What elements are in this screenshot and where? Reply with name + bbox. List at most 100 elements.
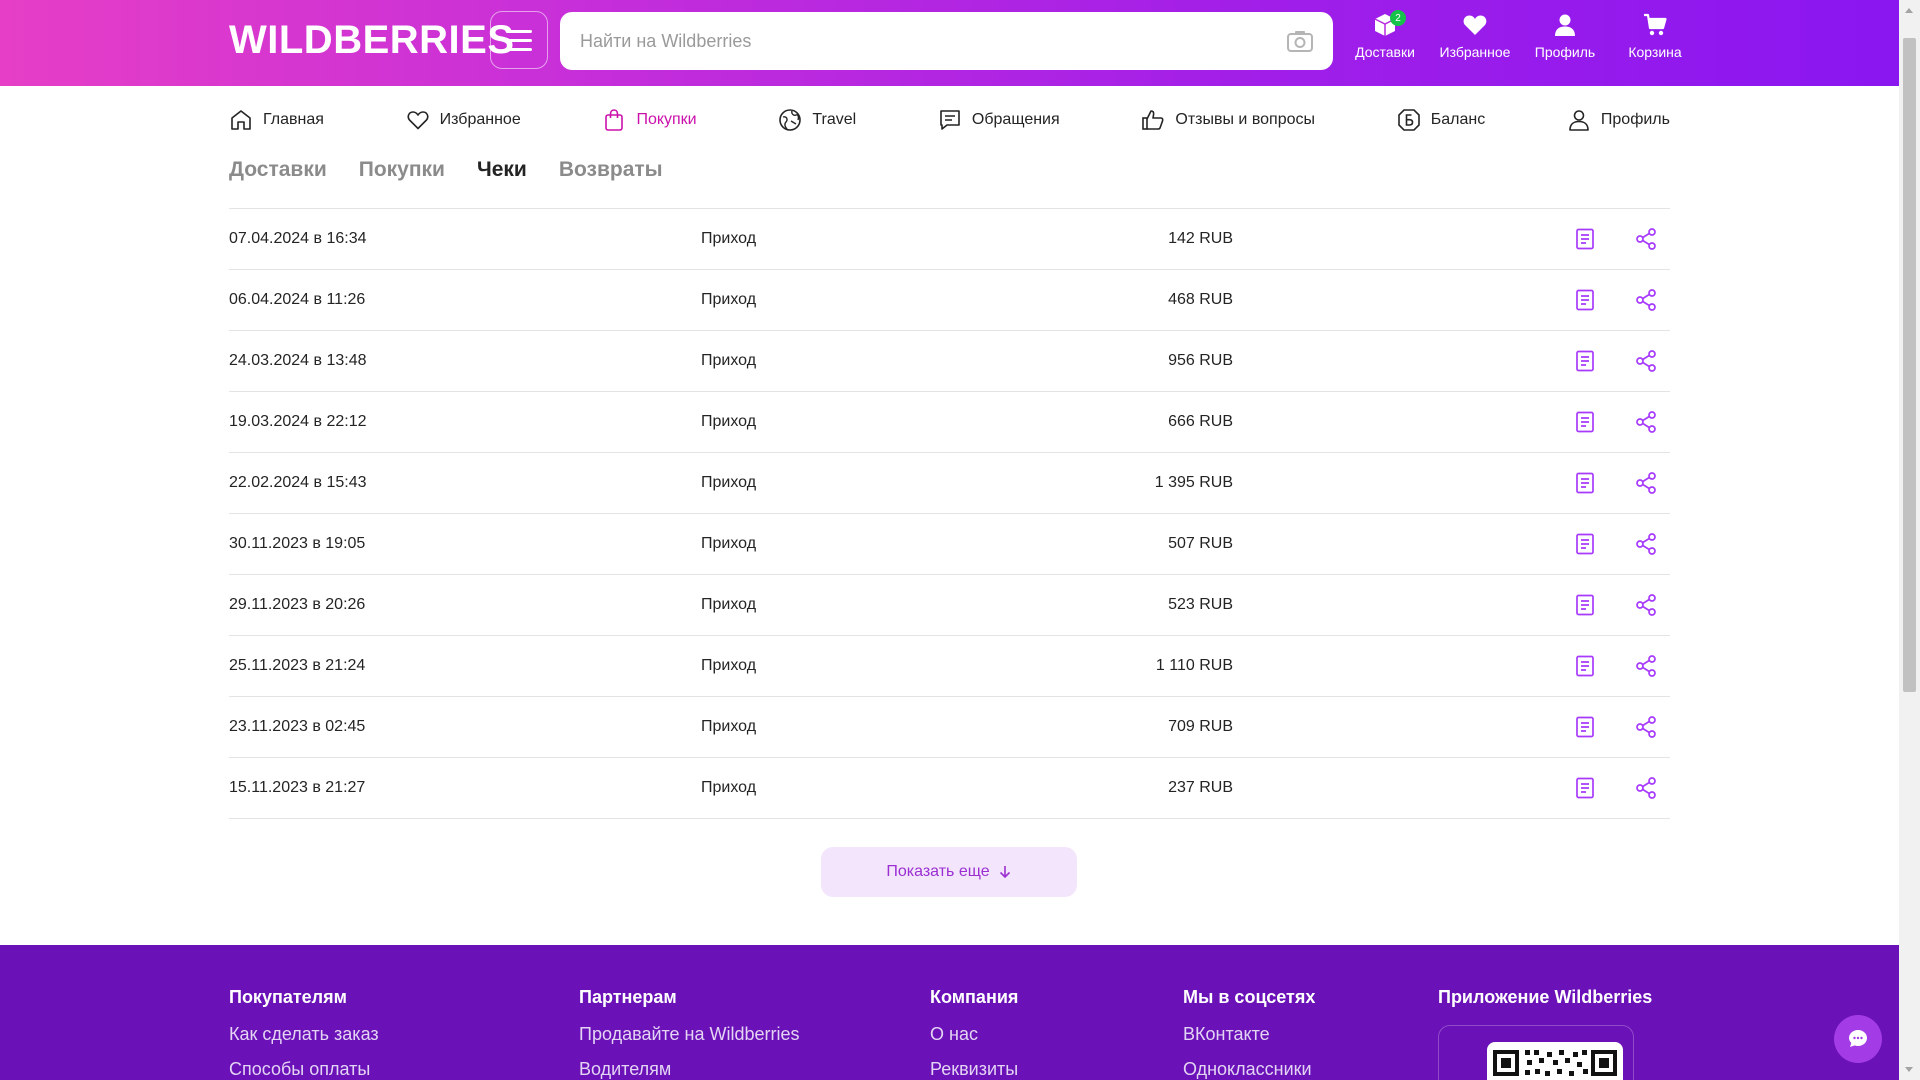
table-row: 07.04.2024 в 16:34 Приход 142 RUB	[229, 209, 1670, 270]
table-row: 15.11.2023 в 21:27 Приход 237 RUB	[229, 758, 1670, 819]
nav-item-label: Главная	[263, 111, 324, 128]
table-row: 06.04.2024 в 11:26 Приход 468 RUB	[229, 270, 1670, 331]
footer-link[interactable]: О нас	[930, 1024, 1018, 1045]
profile-nav: Главная Избранное Покупки Travel Обращен…	[229, 108, 1670, 132]
nav-item-appeals[interactable]: Обращения	[938, 108, 1060, 132]
footer-link[interactable]: Способы оплаты	[229, 1059, 379, 1080]
show-more-button[interactable]: Показать еще	[821, 847, 1077, 897]
receipt-document-icon[interactable]	[1573, 715, 1597, 739]
header-deliveries-label: Доставки	[1355, 44, 1415, 60]
receipt-sum: 507 RUB	[1168, 535, 1233, 552]
footer-link[interactable]: Водителям	[579, 1059, 800, 1080]
receipt-type: Приход	[701, 413, 757, 430]
receipt-document-icon[interactable]	[1573, 288, 1597, 312]
nav-item-balance[interactable]: Баланс	[1397, 108, 1485, 132]
tab-returns[interactable]: Возвраты	[559, 158, 663, 182]
share-icon[interactable]	[1634, 776, 1658, 800]
travel-icon	[779, 109, 802, 131]
footer-col-title: Мы в соцсетях	[1183, 987, 1316, 1007]
scrollbar-thumb[interactable]	[1903, 38, 1916, 692]
receipt-date: 07.04.2024 в 16:34	[229, 230, 367, 247]
receipt-date: 22.02.2024 в 15:43	[229, 474, 367, 491]
tab-purchases[interactable]: Покупки	[359, 158, 445, 182]
nav-item-label: Travel	[812, 111, 857, 128]
receipt-document-icon[interactable]	[1573, 654, 1597, 678]
footer-link[interactable]: ВКонтакте	[1183, 1024, 1315, 1045]
receipt-type: Приход	[701, 657, 757, 674]
tab-receipts[interactable]: Чеки	[477, 158, 527, 182]
receipt-document-icon[interactable]	[1573, 410, 1597, 434]
share-icon[interactable]	[1634, 288, 1658, 312]
nav-item-label: Покупки	[636, 111, 697, 128]
scroll-up-arrow[interactable]	[1905, 8, 1913, 13]
footer-link[interactable]: Продавайте на Wildberries	[579, 1024, 800, 1045]
qr-code[interactable]	[1487, 1042, 1623, 1080]
search-input[interactable]	[580, 30, 1287, 52]
footer-col-buyers: Покупателям Как сделать заказ Способы оп…	[229, 987, 379, 1080]
arrow-down-icon	[999, 866, 1010, 879]
receipt-document-icon[interactable]	[1573, 471, 1597, 495]
footer-link[interactable]: Реквизиты	[930, 1059, 1018, 1080]
share-icon[interactable]	[1634, 593, 1658, 617]
receipt-date: 25.11.2023 в 21:24	[229, 657, 366, 674]
receipt-type: Приход	[701, 535, 757, 552]
footer-col-partners: Партнерам Продавайте на Wildberries Води…	[579, 987, 800, 1080]
nav-item-reviews[interactable]: Отзывы и вопросы	[1141, 108, 1315, 132]
camera-icon[interactable]	[1287, 30, 1313, 52]
share-icon[interactable]	[1634, 227, 1658, 251]
nav-item-label: Отзывы и вопросы	[1175, 111, 1315, 128]
header-favorites[interactable]: Избранное	[1430, 12, 1520, 60]
table-row: 25.11.2023 в 21:24 Приход 1 110 RUB	[229, 636, 1670, 697]
footer-link[interactable]: Одноклассники	[1183, 1059, 1315, 1080]
nav-item-purchases[interactable]: Покупки	[602, 108, 697, 132]
receipt-sum: 237 RUB	[1168, 779, 1233, 796]
share-icon[interactable]	[1634, 471, 1658, 495]
receipt-sum: 523 RUB	[1168, 596, 1233, 613]
share-icon[interactable]	[1634, 349, 1658, 373]
header-profile[interactable]: Профиль	[1520, 12, 1610, 60]
receipt-document-icon[interactable]	[1573, 532, 1597, 556]
header-cart[interactable]: Корзина	[1610, 12, 1700, 60]
nav-item-home[interactable]: Главная	[229, 108, 324, 132]
header-deliveries[interactable]: 2 Доставки	[1340, 10, 1430, 60]
share-icon[interactable]	[1634, 654, 1658, 678]
logo[interactable]: WILDBERRIES	[229, 18, 515, 63]
nav-item-travel[interactable]: Travel	[778, 108, 856, 132]
table-row: 30.11.2023 в 19:05 Приход 507 RUB	[229, 514, 1670, 575]
search-bar[interactable]	[560, 12, 1333, 70]
receipt-document-icon[interactable]	[1573, 227, 1597, 251]
scroll-down-arrow[interactable]	[1905, 1067, 1913, 1072]
show-more-label: Показать еще	[886, 863, 990, 880]
receipt-sum: 1 395 RUB	[1154, 474, 1233, 491]
cart-icon	[1644, 13, 1667, 36]
receipt-document-icon[interactable]	[1573, 776, 1597, 800]
deliveries-badge: 2	[1390, 10, 1406, 26]
receipt-type: Приход	[701, 596, 757, 613]
receipt-document-icon[interactable]	[1573, 349, 1597, 373]
balance-icon	[1397, 109, 1420, 131]
page-scrollbar[interactable]	[1899, 0, 1920, 1080]
header-profile-label: Профиль	[1534, 44, 1596, 60]
support-chat-button[interactable]	[1834, 1015, 1882, 1063]
tab-deliveries[interactable]: Доставки	[229, 158, 327, 182]
nav-item-profile[interactable]: Профиль	[1567, 108, 1670, 132]
table-row: 23.11.2023 в 02:45 Приход 709 RUB	[229, 697, 1670, 758]
receipt-date: 30.11.2023 в 19:05	[229, 535, 366, 552]
heart-icon	[407, 111, 429, 130]
nav-item-favorites[interactable]: Избранное	[406, 108, 521, 132]
receipt-date: 15.11.2023 в 21:27	[229, 779, 366, 796]
receipt-type: Приход	[701, 352, 757, 369]
receipt-date: 29.11.2023 в 20:26	[229, 596, 366, 613]
share-icon[interactable]	[1634, 410, 1658, 434]
menu-button[interactable]	[490, 11, 548, 69]
footer-col-app: Приложение Wildberries	[1438, 987, 1652, 1024]
header-favorites-label: Избранное	[1439, 44, 1511, 60]
footer-link[interactable]: Как сделать заказ	[229, 1024, 379, 1045]
receipt-date: 06.04.2024 в 11:26	[229, 291, 366, 308]
heart-icon	[1463, 15, 1487, 35]
share-icon[interactable]	[1634, 715, 1658, 739]
header: WILDBERRIES 2 Доставки Избранное Профиль…	[0, 0, 1899, 86]
footer: Покупателям Как сделать заказ Способы оп…	[0, 945, 1899, 1080]
share-icon[interactable]	[1634, 532, 1658, 556]
receipt-document-icon[interactable]	[1573, 593, 1597, 617]
